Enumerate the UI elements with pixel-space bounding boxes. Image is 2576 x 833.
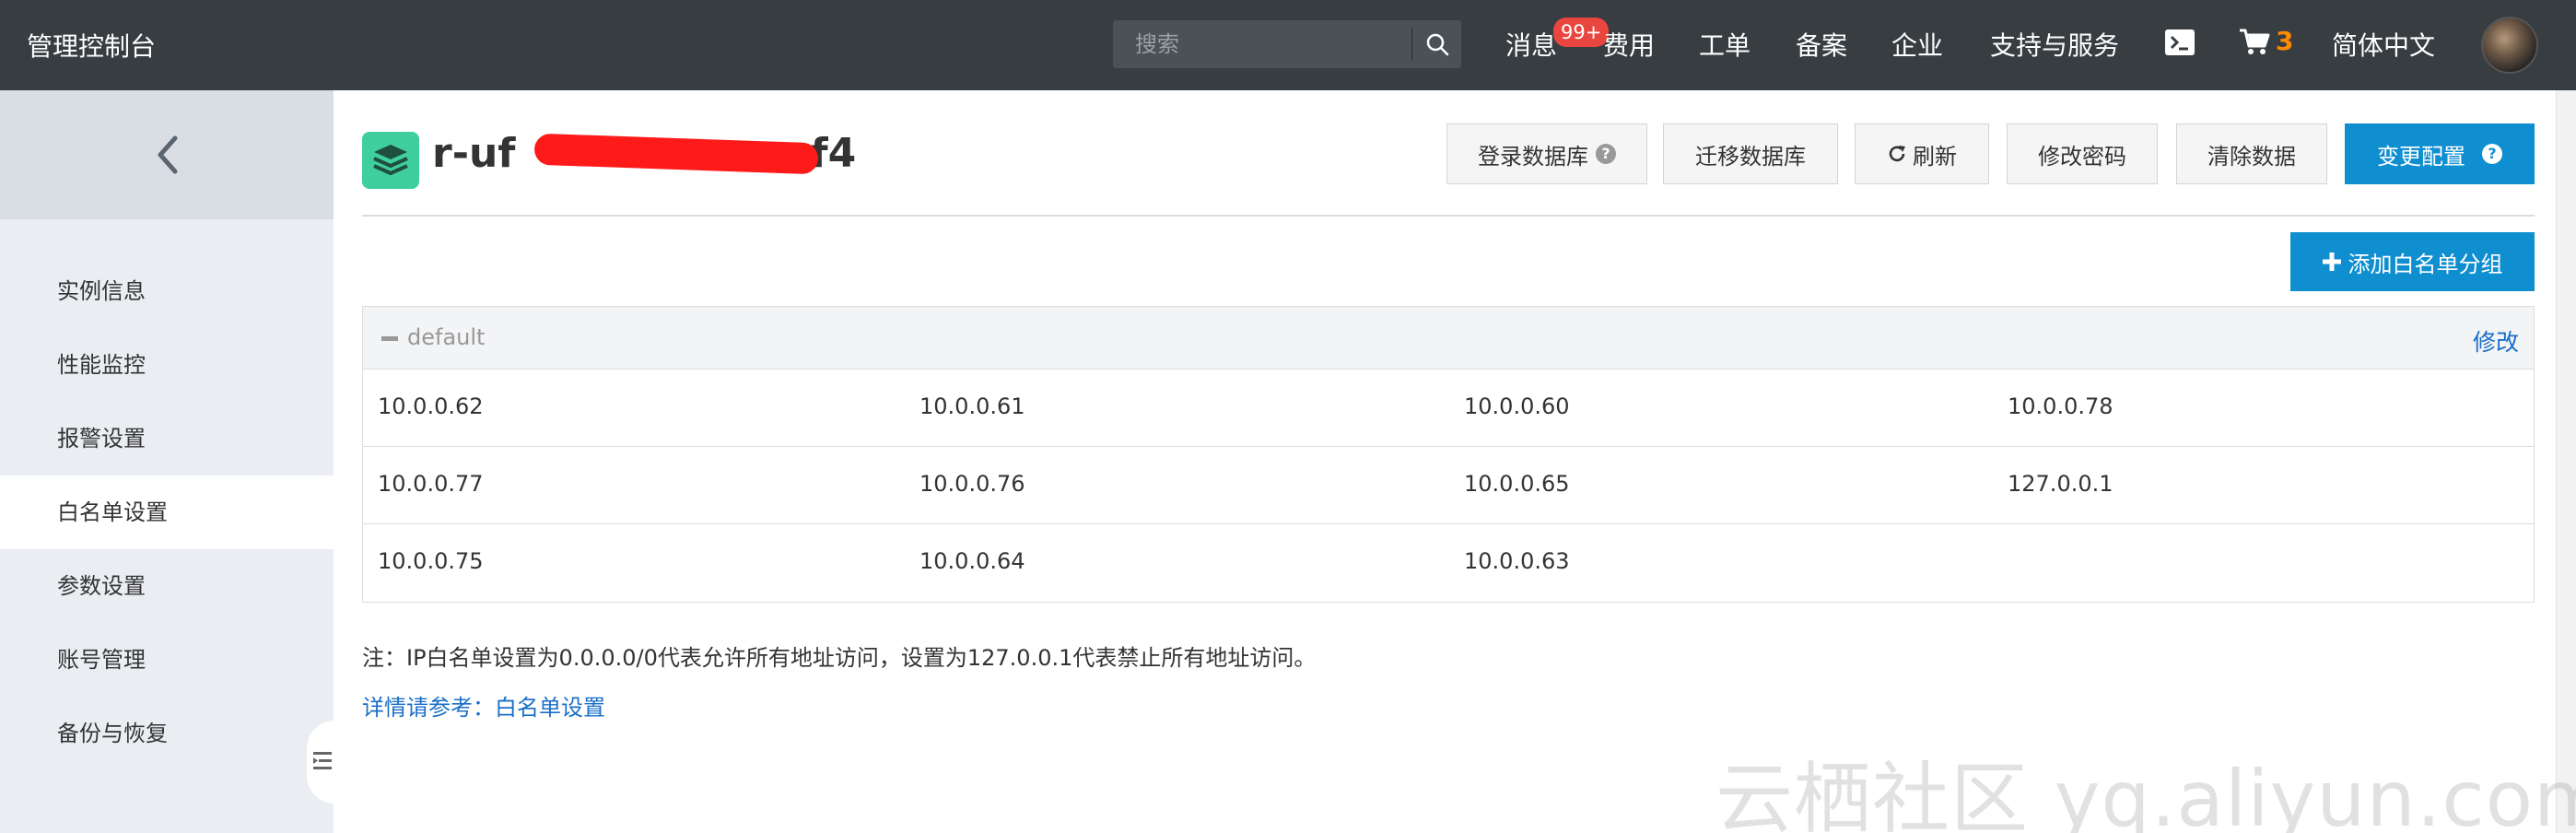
login-database-label: 登录数据库 [1478, 143, 1588, 170]
instance-id-prefix: r-uf [432, 130, 516, 177]
top-navigation-bar: 管理控制台 消息 99+ 费用 工单 备案 企业 支持与服务 3 简体中文 [0, 0, 2576, 90]
sidebar: 实例信息 性能监控 报警设置 白名单设置 参数设置 账号管理 备份与恢复 [0, 90, 334, 833]
nav-billing[interactable]: 费用 [1603, 26, 1655, 63]
change-password-button[interactable]: 修改密码 [2007, 123, 2158, 184]
ip-address: 10.0.0.76 [919, 471, 1025, 497]
nav-icp-filing[interactable]: 备案 [1796, 26, 1847, 63]
ip-address: 10.0.0.60 [1464, 393, 1570, 419]
reference-prefix: 详情请参考： [362, 695, 495, 721]
ip-address: 10.0.0.62 [378, 393, 484, 419]
menu-collapse-icon [313, 752, 332, 769]
ip-address: 10.0.0.64 [919, 548, 1025, 574]
add-whitelist-group-label: 添加白名单分组 [2348, 251, 2503, 277]
ip-address: 10.0.0.61 [919, 393, 1025, 419]
nav-enterprise[interactable]: 企业 [1891, 26, 1943, 63]
cart-icon [2240, 29, 2270, 54]
console-title[interactable]: 管理控制台 [27, 27, 156, 64]
chevron-left-icon [158, 135, 178, 174]
ip-address: 10.0.0.77 [378, 471, 484, 497]
sidebar-collapse-button[interactable] [0, 90, 334, 219]
nav-messages[interactable]: 消息 [1505, 26, 1557, 63]
plus-icon [2322, 252, 2341, 271]
ip-address: 10.0.0.75 [378, 548, 484, 574]
refresh-label: 刷新 [1913, 143, 1957, 170]
user-avatar[interactable] [2481, 17, 2538, 74]
help-icon: ? [2482, 144, 2502, 164]
sidebar-item-instance-info[interactable]: 实例信息 [0, 254, 334, 328]
messages-count-badge: 99+ [1553, 18, 1610, 47]
table-row: 10.0.0.77 10.0.0.76 10.0.0.65 127.0.0.1 [363, 447, 2534, 524]
whitelist-group-name: default [407, 324, 486, 350]
language-switcher[interactable]: 简体中文 [2332, 26, 2435, 63]
page-scrollbar[interactable] [2556, 90, 2576, 833]
sidebar-item-account-management[interactable]: 账号管理 [0, 623, 334, 697]
change-config-label: 变更配置 [2377, 143, 2465, 170]
search-icon [1426, 33, 1448, 56]
sidebar-item-performance-monitor[interactable]: 性能监控 [0, 328, 334, 402]
sidebar-item-whitelist-settings[interactable]: 白名单设置 [0, 475, 334, 549]
ip-address: 10.0.0.65 [1464, 471, 1570, 497]
whitelist-note: 注：IP白名单设置为0.0.0.0/0代表允许所有地址访问，设置为127.0.0… [362, 645, 1317, 671]
login-database-button[interactable]: 登录数据库? [1446, 123, 1647, 184]
change-config-button[interactable]: 变更配置? [2345, 123, 2535, 184]
help-icon: ? [1596, 144, 1616, 164]
migrate-database-label: 迁移数据库 [1695, 143, 1806, 170]
sidebar-item-backup-restore[interactable]: 备份与恢复 [0, 697, 334, 770]
nav-tickets[interactable]: 工单 [1699, 26, 1751, 63]
ip-address: 127.0.0.1 [2008, 471, 2113, 497]
watermark: 云栖社区 yq.aliyun.com [1715, 754, 2576, 833]
cart-count: 3 [2276, 26, 2294, 56]
terminal-icon[interactable] [2165, 29, 2195, 55]
nav-support[interactable]: 支持与服务 [1990, 26, 2119, 63]
edit-group-link[interactable]: 修改 [2473, 324, 2519, 358]
ip-address: 10.0.0.78 [2008, 393, 2113, 419]
minus-icon[interactable] [381, 336, 398, 341]
refresh-icon [1889, 146, 1905, 162]
sidebar-item-parameter-settings[interactable]: 参数设置 [0, 549, 334, 623]
whitelist-doc-link[interactable]: 白名单设置 [495, 695, 605, 721]
clear-data-button[interactable]: 清除数据 [2176, 123, 2327, 184]
table-row: 10.0.0.62 10.0.0.61 10.0.0.60 10.0.0.78 [363, 370, 2534, 447]
refresh-button[interactable]: 刷新 [1855, 123, 1989, 184]
reference-line: 详情请参考：白名单设置 [362, 689, 605, 722]
shopping-cart[interactable]: 3 [2239, 26, 2293, 56]
sidebar-toggle-handle[interactable] [307, 721, 334, 804]
search-input[interactable] [1113, 20, 1411, 68]
database-icon [362, 132, 419, 189]
sidebar-item-alert-settings[interactable]: 报警设置 [0, 402, 334, 475]
search-box [1113, 20, 1461, 68]
migrate-database-button[interactable]: 迁移数据库 [1663, 123, 1838, 184]
header-divider [362, 215, 2535, 217]
search-button[interactable] [1412, 20, 1461, 68]
table-row: 10.0.0.75 10.0.0.64 10.0.0.63 [363, 524, 2534, 602]
whitelist-group-default: default 修改 10.0.0.62 10.0.0.61 10.0.0.60… [362, 306, 2535, 603]
clear-data-label: 清除数据 [2207, 143, 2296, 170]
add-whitelist-group-button[interactable]: 添加白名单分组 [2290, 232, 2535, 291]
whitelist-group-header: default 修改 [363, 307, 2534, 370]
ip-address: 10.0.0.63 [1464, 548, 1570, 574]
change-password-label: 修改密码 [2038, 143, 2126, 170]
